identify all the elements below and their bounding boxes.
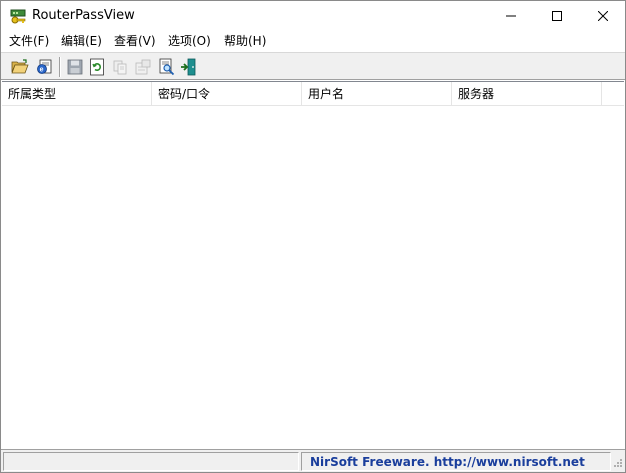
close-icon [598, 11, 608, 21]
refresh-icon [90, 58, 104, 76]
toolbar: e [1, 52, 625, 80]
list-header: 所属类型 密码/口令 用户名 服务器 [2, 82, 624, 106]
find-icon [159, 58, 175, 76]
column-header-username[interactable]: 用户名 [302, 82, 452, 106]
column-header-type[interactable]: 所属类型 [2, 82, 152, 106]
save-icon [67, 59, 83, 75]
minimize-button[interactable] [488, 1, 534, 31]
status-pane-link: NirSoft Freeware. http://www.nirsoft.net [301, 452, 611, 471]
menu-help[interactable]: 帮助(H) [222, 33, 268, 50]
open-file-icon [11, 59, 29, 74]
password-list[interactable]: 所属类型 密码/口令 用户名 服务器 [2, 81, 624, 449]
properties-icon [135, 59, 151, 75]
open-file-button[interactable] [9, 56, 31, 78]
column-header-server[interactable]: 服务器 [452, 82, 602, 106]
save-button[interactable] [64, 56, 86, 78]
router-key-icon [10, 8, 26, 24]
minimize-icon [506, 15, 516, 17]
close-button[interactable] [580, 1, 626, 31]
open-ie-icon: e [37, 59, 52, 74]
copy-button[interactable] [109, 56, 131, 78]
menu-edit[interactable]: 编辑(E) [59, 33, 104, 50]
app-window: RouterPassView 文件(F) 编辑(E) 查看(V) 选项(O) 帮… [0, 0, 626, 473]
toolbar-separator [59, 57, 61, 77]
refresh-button[interactable] [86, 56, 108, 78]
maximize-button[interactable] [534, 1, 580, 31]
window-title: RouterPassView [32, 8, 135, 23]
nirsoft-link[interactable]: NirSoft Freeware. http://www.nirsoft.net [310, 454, 585, 471]
menu-file[interactable]: 文件(F) [7, 33, 51, 50]
menu-options[interactable]: 选项(O) [166, 33, 213, 50]
menu-view[interactable]: 查看(V) [112, 33, 158, 50]
column-header-password[interactable]: 密码/口令 [152, 82, 302, 106]
find-button[interactable] [156, 56, 178, 78]
properties-button[interactable] [132, 56, 154, 78]
title-bar[interactable]: RouterPassView [1, 1, 625, 31]
svg-text:e: e [40, 67, 44, 74]
status-pane-count [3, 452, 299, 471]
exit-button[interactable] [178, 56, 200, 78]
copy-icon [113, 60, 127, 75]
menu-bar: 文件(F) 编辑(E) 查看(V) 选项(O) 帮助(H) [1, 31, 625, 51]
open-ie-button[interactable]: e [33, 56, 55, 78]
exit-icon [181, 58, 196, 76]
maximize-icon [552, 11, 562, 21]
resize-grip-icon[interactable] [611, 456, 623, 470]
status-bar: NirSoft Freeware. http://www.nirsoft.net [1, 449, 625, 472]
